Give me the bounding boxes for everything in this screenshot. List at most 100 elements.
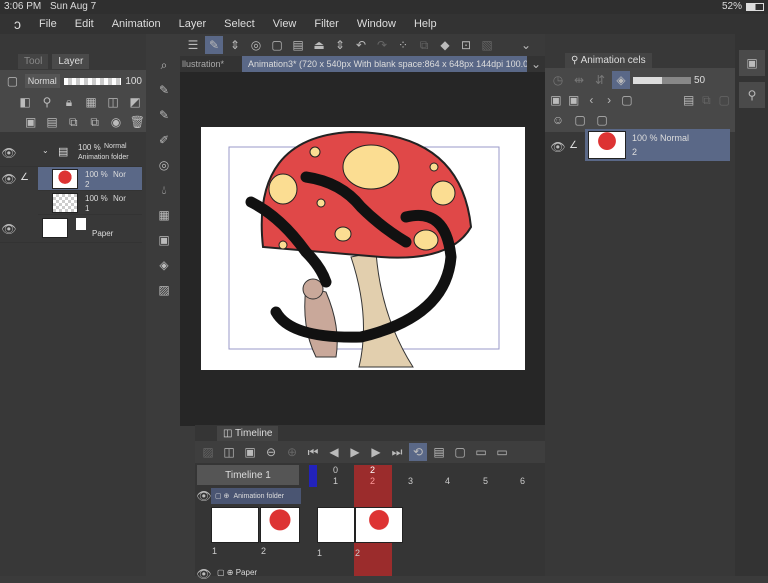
tab-animation-cels[interactable]: ⚲ Animation cels	[565, 52, 652, 68]
eye-icon[interactable]: 👁︎	[549, 138, 567, 156]
menu-animation[interactable]: Animation	[112, 18, 161, 30]
loop-icon[interactable]: ⟲	[409, 443, 427, 461]
cel-icon[interactable]: ▭	[472, 443, 490, 461]
export-icon[interactable]: ⏏	[310, 36, 328, 54]
layer-settings-icon[interactable]: ✎	[155, 106, 173, 124]
menu-edit[interactable]: Edit	[75, 18, 94, 30]
onion-opacity-value[interactable]: 50	[694, 75, 705, 86]
folder-icon[interactable]: ▤	[682, 91, 696, 109]
edit-timeline-icon[interactable]: ▣	[241, 443, 259, 461]
paste-icon[interactable]: ▢	[717, 91, 731, 109]
layer-row-animation-folder[interactable]: 👁︎ ⌄ ▤ 100 % Normal Animation folder	[0, 140, 142, 167]
timeline-select[interactable]: Timeline 1	[197, 465, 299, 485]
spiral-icon[interactable]: ◎	[247, 36, 265, 54]
opacity-slider[interactable]	[63, 77, 122, 85]
chevron-down-icon[interactable]: ⌄	[517, 36, 535, 54]
new-folder-icon[interactable]: ▤	[43, 113, 60, 131]
next-cel-icon[interactable]: ›	[602, 91, 616, 109]
new-cel-icon[interactable]: ▢	[620, 91, 634, 109]
combine-icon[interactable]: ⧉	[86, 113, 103, 131]
new-layer-icon[interactable]: ▣	[22, 113, 39, 131]
chevron-updown-icon[interactable]: ⇕	[331, 36, 349, 54]
start-marker[interactable]	[309, 465, 317, 487]
timeline-cel[interactable]	[317, 507, 355, 543]
menu-icon[interactable]: ☰	[184, 36, 202, 54]
hide-icon[interactable]: ▧	[478, 36, 496, 54]
doc-tab-illustration[interactable]: llustration*	[180, 59, 242, 69]
layer-color-icon[interactable]: ▢	[4, 72, 21, 90]
next-frame-icon[interactable]: ▶	[367, 443, 385, 461]
brush-icon[interactable]: ✐	[155, 131, 173, 149]
zoom-in-icon[interactable]: ⊕	[283, 443, 301, 461]
layer-mask-icon[interactable]: ◉	[107, 113, 124, 131]
tab-tool[interactable]: Tool	[18, 53, 49, 69]
last-frame-icon[interactable]: ⏭	[388, 443, 406, 461]
cel-rename-icon[interactable]: ▢	[593, 111, 611, 129]
cel-thumbnail[interactable]	[211, 507, 259, 543]
eye-icon[interactable]: 👁︎	[0, 144, 18, 162]
layer-row-cel-2[interactable]: 100 % Nor 2	[38, 167, 142, 191]
timeline-settings-icon[interactable]: ▨	[199, 443, 217, 461]
menu-window[interactable]: Window	[357, 18, 396, 30]
chevron-down-icon[interactable]: ⌄	[527, 55, 545, 73]
person-icon[interactable]: ☺	[549, 111, 567, 129]
clip-icon[interactable]: ◧	[16, 93, 34, 111]
copy-icon[interactable]: ⧉	[700, 91, 714, 109]
menu-view[interactable]: View	[273, 18, 297, 30]
deselect-icon[interactable]: ⁘	[394, 36, 412, 54]
navigator-icon[interactable]: ▣	[739, 50, 765, 76]
undo-icon[interactable]: ↶	[352, 36, 370, 54]
cel-a-icon[interactable]: ▣	[549, 91, 563, 109]
layer-row-paper[interactable]: 👁︎ Paper	[0, 215, 142, 243]
crop-icon[interactable]: ⧉	[415, 36, 433, 54]
eye-icon[interactable]: 👁︎	[0, 170, 18, 188]
sub-view-icon[interactable]: ◎	[155, 156, 173, 174]
color-icon[interactable]: 💧︎	[155, 181, 173, 199]
play-cel-icon[interactable]: ◷	[549, 71, 567, 89]
tab-timeline[interactable]: ◫ Timeline	[217, 425, 279, 441]
layers-stack-icon[interactable]: ◈	[155, 256, 173, 274]
redo-icon[interactable]: ↷	[373, 36, 391, 54]
fill-icon[interactable]: ◆	[436, 36, 454, 54]
cel-edit-icon[interactable]: ▢	[571, 111, 589, 129]
chevron-updown-icon[interactable]: ⇕	[226, 36, 244, 54]
navigator-icon[interactable]: ▣	[155, 231, 173, 249]
menu-file[interactable]: File	[39, 18, 57, 30]
lock-transparency-icon[interactable]: ▦	[82, 93, 100, 111]
prev-frame-icon[interactable]: ◀	[325, 443, 343, 461]
search-icon[interactable]: ⌕	[155, 56, 173, 74]
reference-icon[interactable]: ⚲	[38, 93, 56, 111]
merge-icon[interactable]: ⧉	[65, 113, 82, 131]
search-icon[interactable]: ⚲	[739, 82, 765, 108]
material-icon[interactable]: ▦	[155, 206, 173, 224]
delete-layer-icon[interactable]: 🗑︎	[129, 113, 146, 131]
tab-layer[interactable]: Layer	[52, 53, 90, 69]
cel-icon-2[interactable]: ▭	[493, 443, 511, 461]
draft-icon[interactable]: ◩	[126, 93, 144, 111]
onion-opacity-slider[interactable]	[633, 76, 691, 84]
edit-mode-icon[interactable]: ✎	[205, 36, 223, 54]
flip-icon[interactable]: ⇹	[570, 71, 588, 89]
menu-select[interactable]: Select	[224, 18, 255, 30]
canvas[interactable]	[201, 127, 525, 370]
track-animation-folder[interactable]: ▢ ⊕ Animation folder	[211, 488, 301, 504]
menu-filter[interactable]: Filter	[314, 18, 338, 30]
flip-vertical-icon[interactable]: ⇵	[591, 71, 609, 89]
blend-mode-select[interactable]: Normal	[24, 74, 60, 88]
app-logo-icon[interactable]: ↄ	[14, 16, 21, 32]
prev-cel-icon[interactable]: ‹	[585, 91, 599, 109]
image-icon[interactable]: ▨	[155, 281, 173, 299]
eye-icon[interactable]: 👁︎	[0, 220, 18, 238]
opacity-value[interactable]: 100	[125, 76, 142, 87]
transform-icon[interactable]: ⊡	[457, 36, 475, 54]
new-canvas-icon[interactable]: ▢	[268, 36, 286, 54]
mask-icon[interactable]: ◫	[104, 93, 122, 111]
expand-chevron-icon[interactable]: ⌄	[42, 146, 49, 155]
timeline-cel[interactable]	[355, 507, 403, 543]
cel-row[interactable]: 100 % Normal 2	[585, 129, 730, 161]
cel-thumbnail[interactable]	[260, 507, 300, 543]
new-cel-icon[interactable]: ▤	[430, 443, 448, 461]
menu-help[interactable]: Help	[414, 18, 437, 30]
lock-icon[interactable]: 🔒︎	[60, 93, 78, 111]
assign-cel-icon[interactable]: ▢	[451, 443, 469, 461]
